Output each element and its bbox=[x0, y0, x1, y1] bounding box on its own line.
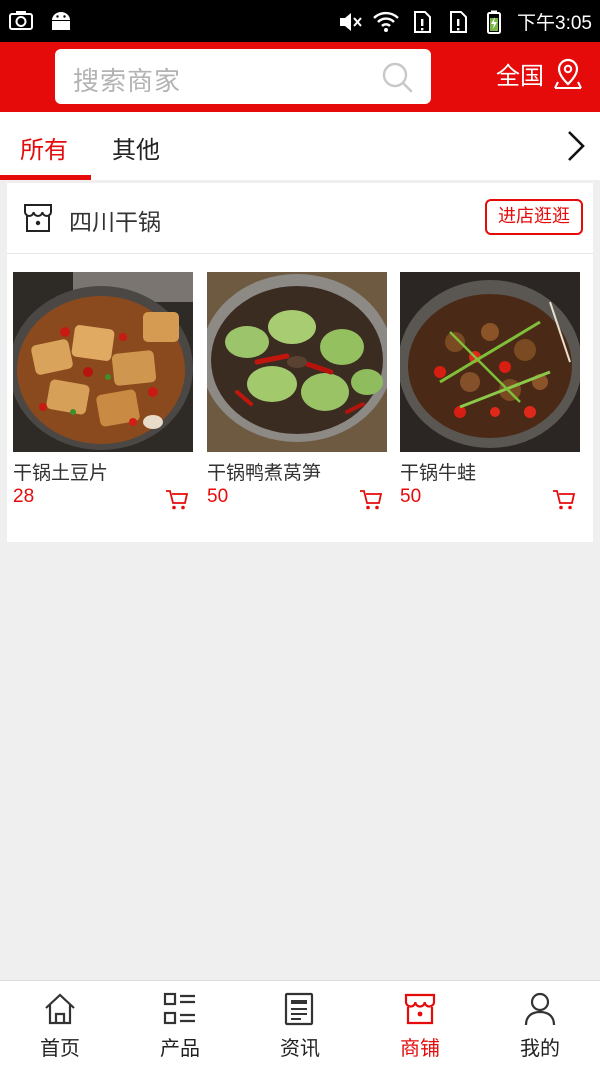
store-icon bbox=[24, 204, 52, 232]
status-time: 下午3:05 bbox=[517, 13, 592, 34]
nav-stores[interactable]: 商铺 bbox=[360, 981, 480, 1067]
location-pin-icon bbox=[554, 58, 582, 89]
shop-name: 四川干锅 bbox=[69, 210, 161, 236]
status-bar: 下午3:05 bbox=[0, 0, 600, 42]
product-card[interactable]: 干锅土豆片 28 bbox=[13, 272, 193, 510]
product-image[interactable] bbox=[400, 272, 580, 452]
active-tab-indicator bbox=[0, 175, 91, 180]
shop-card: 四川干锅 进店逛逛 干锅土豆片 28 干锅鸭煮莴笋 50 干锅牛蛙 50 bbox=[7, 183, 593, 542]
header: 搜索商家 全国 bbox=[0, 42, 600, 112]
battery-charging-icon bbox=[487, 10, 502, 34]
sim-alert-icon bbox=[450, 10, 468, 33]
product-card[interactable]: 干锅鸭煮莴笋 50 bbox=[207, 272, 387, 510]
product-price: 28 bbox=[13, 486, 35, 507]
search-input[interactable]: 搜索商家 bbox=[55, 49, 431, 104]
search-icon[interactable] bbox=[381, 61, 413, 93]
nav-label: 首页 bbox=[40, 1036, 80, 1060]
product-card[interactable]: 干锅牛蛙 50 bbox=[400, 272, 580, 510]
product-image[interactable] bbox=[13, 272, 193, 452]
nav-products[interactable]: 产品 bbox=[120, 981, 240, 1067]
nav-profile[interactable]: 我的 bbox=[480, 981, 600, 1067]
tab-all[interactable]: 所有 bbox=[20, 130, 68, 165]
android-icon bbox=[52, 12, 70, 30]
shop-header[interactable]: 四川干锅 进店逛逛 bbox=[7, 183, 593, 254]
product-name: 干锅牛蛙 bbox=[400, 462, 477, 484]
sim-alert-icon bbox=[414, 10, 432, 33]
nav-home[interactable]: 首页 bbox=[0, 981, 120, 1067]
nav-news[interactable]: 资讯 bbox=[240, 981, 360, 1067]
region-label: 全国 bbox=[496, 62, 544, 90]
grid-list-icon bbox=[163, 992, 195, 1025]
product-name: 干锅土豆片 bbox=[13, 462, 109, 484]
nav-label: 商铺 bbox=[400, 1036, 440, 1060]
region-selector[interactable]: 全国 bbox=[496, 56, 584, 91]
category-tabs: 所有 其他 bbox=[0, 112, 600, 180]
user-icon bbox=[524, 992, 556, 1026]
tab-other[interactable]: 其他 bbox=[112, 130, 160, 165]
visit-store-button[interactable]: 进店逛逛 bbox=[485, 199, 583, 235]
chevron-right-icon[interactable] bbox=[564, 129, 588, 163]
news-icon bbox=[284, 992, 314, 1026]
cart-icon[interactable] bbox=[359, 489, 383, 511]
mute-icon bbox=[340, 12, 362, 31]
product-image[interactable] bbox=[207, 272, 387, 452]
home-icon bbox=[45, 993, 75, 1025]
nav-label: 资讯 bbox=[280, 1036, 320, 1060]
search-placeholder: 搜索商家 bbox=[73, 67, 182, 97]
wifi-icon bbox=[373, 11, 399, 32]
product-price: 50 bbox=[400, 486, 422, 507]
bottom-nav: 首页 产品 资讯 商铺 我的 bbox=[0, 980, 600, 1067]
nav-label: 产品 bbox=[160, 1036, 200, 1060]
product-name: 干锅鸭煮莴笋 bbox=[207, 462, 322, 484]
cart-icon[interactable] bbox=[165, 489, 189, 511]
nav-label: 我的 bbox=[520, 1036, 560, 1060]
product-price: 50 bbox=[207, 486, 229, 507]
store-icon bbox=[404, 993, 436, 1025]
cart-icon[interactable] bbox=[552, 489, 576, 511]
screenshot-icon bbox=[9, 11, 33, 30]
